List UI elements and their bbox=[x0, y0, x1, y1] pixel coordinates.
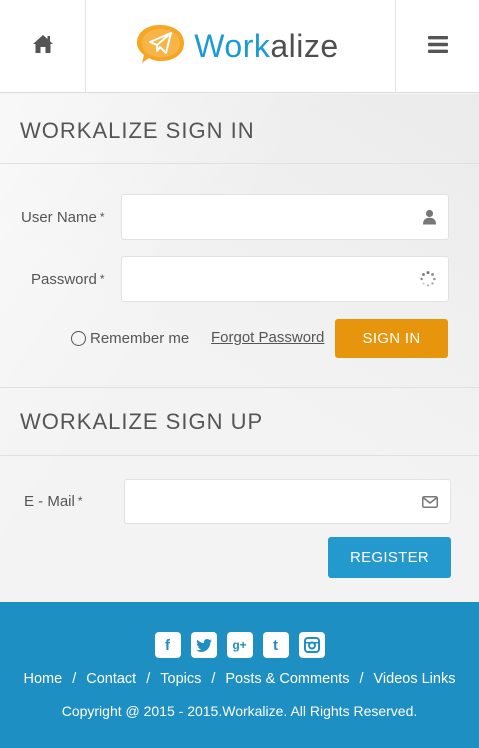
footer-link-topics[interactable]: Topics bbox=[160, 671, 201, 687]
logo[interactable]: Workalize bbox=[86, 0, 395, 92]
email-label-text: E - Mail bbox=[24, 493, 75, 510]
password-label-text: Password bbox=[31, 271, 97, 288]
email-input[interactable] bbox=[125, 480, 450, 523]
radio-circle-icon bbox=[71, 330, 86, 346]
required-mark: * bbox=[99, 272, 105, 286]
remember-me-label: Remember me bbox=[90, 329, 190, 347]
username-label: User Name * bbox=[21, 209, 105, 226]
logo-text-work: Work bbox=[194, 28, 271, 64]
user-icon bbox=[423, 209, 436, 225]
register-button[interactable]: REGISTER bbox=[328, 537, 451, 578]
username-input[interactable] bbox=[122, 195, 448, 239]
required-mark: * bbox=[99, 210, 105, 224]
signup-title: WORKALIZE SIGN UP bbox=[0, 387, 479, 456]
footer-link-home[interactable]: Home bbox=[24, 671, 63, 687]
footer-link-posts-comments[interactable]: Posts & Comments bbox=[225, 671, 349, 687]
signin-title: WORKALIZE SIGN IN bbox=[0, 98, 479, 164]
password-input[interactable] bbox=[122, 257, 448, 301]
footer-link-contact[interactable]: Contact bbox=[86, 671, 136, 687]
remember-me-checkbox[interactable]: Remember me bbox=[71, 328, 189, 348]
spinner-icon bbox=[420, 271, 436, 287]
footer-link-videos-links[interactable]: Videos Links bbox=[374, 671, 456, 687]
email-label: E - Mail * bbox=[24, 493, 83, 510]
logo-text: Workalize bbox=[194, 30, 338, 62]
email-field-wrapper bbox=[124, 479, 451, 524]
logo-text-alize: alize bbox=[270, 28, 339, 64]
facebook-icon[interactable]: f bbox=[154, 632, 181, 658]
home-button[interactable] bbox=[0, 0, 86, 93]
footer: f g+ t Home / Contact / Topics / Posts &… bbox=[0, 602, 479, 748]
nav-separator: / bbox=[359, 671, 364, 687]
google-plus-icon[interactable]: g+ bbox=[226, 632, 253, 658]
social-links: f g+ t bbox=[0, 632, 479, 658]
nav-separator: / bbox=[146, 671, 151, 687]
required-mark: * bbox=[77, 494, 83, 508]
password-field-wrapper bbox=[121, 256, 449, 302]
tumblr-icon[interactable]: t bbox=[262, 632, 289, 658]
copyright-text: Copyright @ 2015 - 2015.Workalize. All R… bbox=[61, 703, 418, 719]
instagram-icon[interactable] bbox=[298, 632, 325, 658]
username-label-text: User Name bbox=[21, 209, 97, 226]
password-label: Password * bbox=[31, 271, 105, 288]
menu-button[interactable] bbox=[395, 0, 479, 93]
forgot-password-link[interactable]: Forgot Password bbox=[211, 329, 324, 346]
home-icon bbox=[32, 34, 54, 59]
nav-separator: / bbox=[211, 671, 216, 687]
footer-nav: Home / Contact / Topics / Posts & Commen… bbox=[0, 671, 479, 687]
username-field-wrapper bbox=[121, 194, 449, 240]
envelope-icon bbox=[422, 495, 438, 508]
twitter-icon[interactable] bbox=[190, 632, 217, 658]
sign-in-button[interactable]: SIGN IN bbox=[335, 319, 448, 358]
header: Workalize bbox=[0, 0, 479, 93]
hamburger-menu-icon bbox=[427, 35, 448, 58]
nav-separator: / bbox=[72, 671, 77, 687]
paper-plane-logo-icon bbox=[136, 23, 188, 70]
